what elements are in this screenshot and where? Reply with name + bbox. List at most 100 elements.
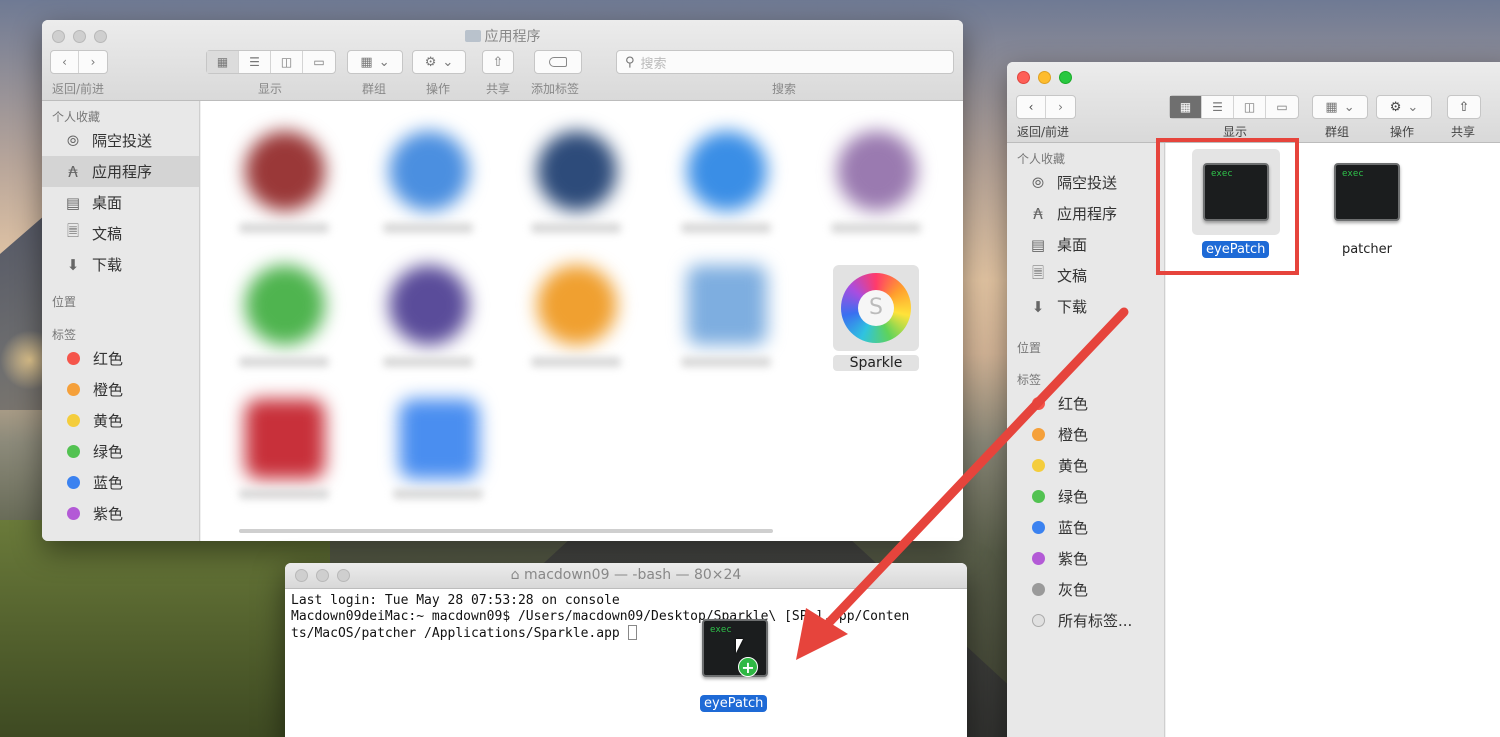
- app-icon[interactable]: [399, 399, 479, 479]
- app-icon[interactable]: [537, 131, 617, 211]
- sidebar-header-locations: 位置: [52, 295, 77, 309]
- app-icon[interactable]: [389, 265, 469, 345]
- text-cursor: [627, 625, 637, 640]
- app-icon[interactable]: [837, 131, 917, 211]
- sidebar-all-tags[interactable]: 所有标签...: [1007, 605, 1164, 636]
- chevron-down-icon: ⌄: [1343, 99, 1355, 115]
- list-view-button[interactable]: ☰: [239, 51, 271, 73]
- finder-sidebar: 个人收藏 ⦾ 隔空投送 ₳ 应用程序 ▤ 桌面 🗏 文稿 ⬇ 下载 位置 标签 红色 橙色…: [42, 101, 200, 541]
- share-button[interactable]: ⇧: [1447, 95, 1481, 119]
- app-tile-sparkle[interactable]: S: [833, 265, 919, 351]
- app-icon[interactable]: [245, 131, 325, 211]
- sidebar-tag-red[interactable]: 红色: [42, 343, 199, 374]
- sidebar-item-label: 文稿: [1057, 267, 1088, 285]
- terminal-line-current: ts/MacOS/patcher /Applications/Sparkle.a…: [291, 625, 961, 642]
- red-tag-icon: [1032, 397, 1045, 410]
- zoom-button[interactable]: [1059, 71, 1072, 84]
- action-button[interactable]: ⚙ ⌄: [1376, 95, 1432, 119]
- file-label-patcher[interactable]: patcher: [1336, 242, 1398, 257]
- sidebar-tag-orange[interactable]: 橙色: [1007, 419, 1164, 450]
- all-tags-icon: [1032, 614, 1045, 627]
- grid-icon: ▦: [1325, 99, 1338, 115]
- sidebar-header-favorites: 个人收藏: [1017, 152, 1066, 166]
- app-icon[interactable]: [687, 265, 767, 345]
- sidebar-item-documents[interactable]: 🗏 文稿: [42, 218, 199, 249]
- gallery-view-button[interactable]: ▭: [1266, 96, 1298, 118]
- sidebar-tag-purple[interactable]: 紫色: [42, 498, 199, 529]
- applications-icon: ₳: [1033, 204, 1043, 223]
- sidebar-header-locations: 位置: [1017, 341, 1042, 355]
- group-label: 群组: [362, 82, 387, 96]
- gallery-view-button[interactable]: ▭: [303, 51, 335, 73]
- sidebar-item-applications[interactable]: ₳ 应用程序: [42, 156, 199, 187]
- horizontal-scrollbar[interactable]: [239, 529, 773, 533]
- group-button[interactable]: ▦ ⌄: [347, 50, 403, 74]
- sidebar-item-downloads[interactable]: ⬇ 下载: [1007, 291, 1164, 322]
- exec-icon[interactable]: exec: [1334, 163, 1400, 221]
- view-switcher: ▦ ☰ ◫ ▭: [206, 50, 336, 74]
- sidebar-item-desktop[interactable]: ▤ 桌面: [42, 187, 199, 218]
- column-view-button[interactable]: ◫: [271, 51, 303, 73]
- tag-label: 绿色: [93, 443, 124, 461]
- sidebar-tag-orange[interactable]: 橙色: [42, 374, 199, 405]
- sidebar-tag-blue[interactable]: 蓝色: [42, 467, 199, 498]
- sidebar-tag-green[interactable]: 绿色: [1007, 481, 1164, 512]
- sidebar-tag-yellow[interactable]: 黄色: [42, 405, 199, 436]
- yellow-tag-icon: [67, 414, 80, 427]
- column-view-button[interactable]: ◫: [1234, 96, 1266, 118]
- app-label: [393, 489, 483, 499]
- sidebar-tag-gray[interactable]: 灰色: [1007, 574, 1164, 605]
- app-icon[interactable]: [245, 399, 325, 479]
- add-tag-button[interactable]: [534, 50, 582, 74]
- orange-tag-icon: [67, 383, 80, 396]
- finder-toolbar: ‹ › 返回/前进 ▦ ☰ ◫ ▭ 显示 ▦ ⌄ 群组 ⚙ ⌄ 操作 ⇧ 共享: [1007, 62, 1500, 143]
- green-tag-icon: [67, 445, 80, 458]
- tag-label: 所有标签...: [1058, 612, 1133, 630]
- group-label: 群组: [1325, 125, 1350, 139]
- sidebar-tag-yellow[interactable]: 黄色: [1007, 450, 1164, 481]
- sidebar-item-downloads[interactable]: ⬇ 下载: [42, 249, 199, 280]
- search-field[interactable]: ⚲ 搜索: [616, 50, 954, 74]
- dragged-file-label: eyePatch: [700, 695, 768, 712]
- back-button[interactable]: ‹: [1017, 96, 1046, 118]
- tag-label: 橙色: [1058, 426, 1089, 444]
- sidebar-item-applications[interactable]: ₳ 应用程序: [1007, 198, 1164, 229]
- sidebar-tag-green[interactable]: 绿色: [42, 436, 199, 467]
- share-button[interactable]: ⇧: [482, 50, 514, 74]
- app-icon[interactable]: [537, 265, 617, 345]
- share-icon: ⇧: [1458, 99, 1470, 115]
- app-icon[interactable]: [245, 265, 325, 345]
- tag-icon: [549, 57, 567, 67]
- action-label: 操作: [1390, 125, 1415, 139]
- sidebar-item-label: 应用程序: [1057, 205, 1118, 223]
- app-label: [383, 357, 473, 367]
- red-tag-icon: [67, 352, 80, 365]
- sidebar-tag-purple[interactable]: 紫色: [1007, 543, 1164, 574]
- list-view-button[interactable]: ☰: [1202, 96, 1234, 118]
- group-button[interactable]: ▦ ⌄: [1312, 95, 1368, 119]
- icon-view-button[interactable]: ▦: [207, 51, 239, 73]
- sidebar-tag-red[interactable]: 红色: [1007, 388, 1164, 419]
- close-button[interactable]: [1017, 71, 1030, 84]
- dragged-file[interactable]: exec + eyePatch: [700, 617, 772, 715]
- forward-button[interactable]: ›: [1046, 96, 1075, 118]
- terminal-window: ⌂ macdown09 — -bash — 80×24 Last login: …: [285, 563, 967, 737]
- sidebar-item-documents[interactable]: 🗏 文稿: [1007, 260, 1164, 291]
- minimize-button[interactable]: [1038, 71, 1051, 84]
- sidebar-item-airdrop[interactable]: ⦾ 隔空投送: [1007, 167, 1164, 198]
- action-button[interactable]: ⚙ ⌄: [412, 50, 466, 74]
- app-icon[interactable]: [389, 131, 469, 211]
- share-label: 共享: [1451, 125, 1476, 139]
- airdrop-icon: ⦾: [66, 131, 79, 150]
- sidebar-item-airdrop[interactable]: ⦾ 隔空投送: [42, 125, 199, 156]
- back-button[interactable]: ‹: [51, 51, 79, 73]
- icon-view-button[interactable]: ▦: [1170, 96, 1202, 118]
- app-icon[interactable]: [687, 131, 767, 211]
- tag-label: 蓝色: [93, 474, 124, 492]
- sidebar-tag-blue[interactable]: 蓝色: [1007, 512, 1164, 543]
- gear-icon: ⚙: [1389, 99, 1402, 115]
- watermark-text: www.MacDown.com: [1328, 710, 1488, 729]
- sidebar-item-desktop[interactable]: ▤ 桌面: [1007, 229, 1164, 260]
- terminal-output[interactable]: Last login: Tue May 28 07:53:28 on conso…: [285, 589, 967, 646]
- forward-button[interactable]: ›: [79, 51, 107, 73]
